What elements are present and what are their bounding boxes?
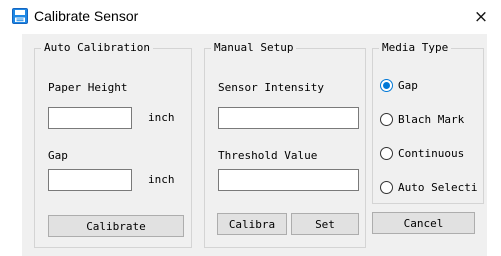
radio-gap-label: Gap	[398, 78, 418, 92]
radio-gap[interactable]: Gap	[380, 76, 418, 94]
auto-calibration-title: Auto Calibration	[41, 41, 153, 54]
paper-height-input[interactable]	[48, 107, 132, 129]
gap-unit: inch	[148, 173, 175, 186]
sensor-intensity-label: Sensor Intensity	[218, 81, 324, 94]
manual-setup-group: Manual Setup Sensor Intensity Threshold …	[204, 41, 366, 248]
threshold-value-label: Threshold Value	[218, 149, 318, 162]
gap-input[interactable]	[48, 169, 132, 191]
radio-auto-selection-label: Auto Selecti	[398, 180, 478, 194]
radio-black-mark-label: Blach Mark	[398, 112, 465, 126]
manual-calibrate-button[interactable]: Calibra	[217, 213, 287, 235]
cancel-button[interactable]: Cancel	[372, 212, 475, 234]
media-type-group: Media Type Gap Blach Mark Continuous Aut…	[372, 41, 484, 204]
radio-button[interactable]	[380, 180, 393, 194]
dialog-body: Auto Calibration Paper Height inch Gap i…	[22, 34, 487, 256]
close-icon: ×	[473, 7, 489, 27]
sensor-intensity-input[interactable]	[218, 107, 359, 129]
paper-height-label: Paper Height	[48, 81, 128, 94]
threshold-value-input[interactable]	[218, 169, 359, 191]
paper-height-unit: inch	[148, 111, 175, 124]
close-button[interactable]: ×	[461, 0, 501, 34]
radio-button-selected[interactable]	[380, 78, 393, 92]
calibrate-button[interactable]: Calibrate	[48, 215, 184, 237]
radio-button[interactable]	[380, 112, 393, 126]
radio-continuous-label: Continuous	[398, 146, 465, 160]
gap-label: Gap	[48, 149, 68, 162]
media-type-title: Media Type	[379, 41, 452, 54]
title-bar: Calibrate Sensor ×	[0, 0, 501, 34]
auto-calibration-group: Auto Calibration Paper Height inch Gap i…	[34, 41, 192, 248]
manual-setup-title: Manual Setup	[211, 41, 297, 54]
radio-continuous[interactable]: Continuous	[380, 144, 464, 162]
floppy-disk-icon	[12, 8, 28, 24]
window-title: Calibrate Sensor	[34, 8, 139, 24]
set-button[interactable]: Set	[291, 213, 359, 235]
radio-black-mark[interactable]: Blach Mark	[380, 110, 464, 128]
radio-button[interactable]	[380, 146, 393, 160]
radio-auto-selection[interactable]: Auto Selecti	[380, 178, 477, 196]
